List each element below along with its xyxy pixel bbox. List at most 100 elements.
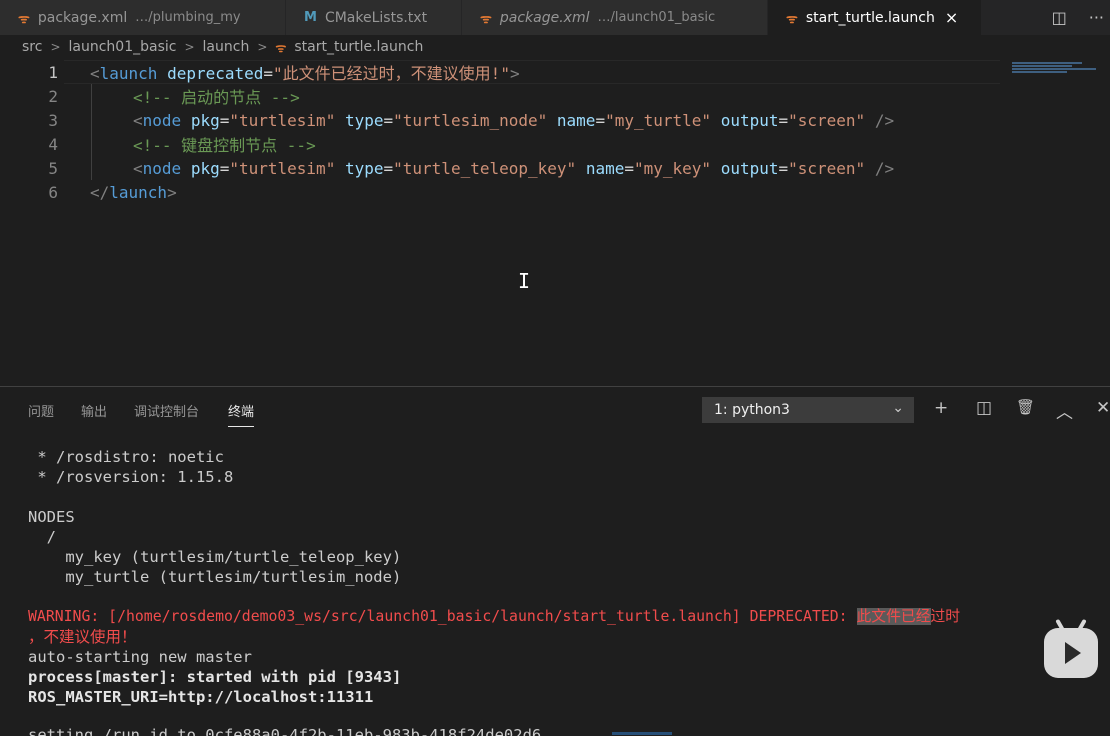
code-line-6[interactable]: 6 </launch> xyxy=(0,180,176,204)
tab-output[interactable]: 输出 xyxy=(81,401,107,420)
terminal-line: auto-starting new master xyxy=(28,648,252,666)
tab-label: package.xml xyxy=(37,9,128,26)
terminal-line: / xyxy=(28,528,56,546)
attr-name: output xyxy=(720,158,779,178)
bracket: /> xyxy=(874,158,895,178)
breadcrumb-item-file[interactable]: start_turtle.launch xyxy=(294,39,423,55)
code-line-1[interactable]: 1 <launch deprecated="此文件已经过时，不建议使用!"> xyxy=(0,60,519,84)
attr-name: type xyxy=(344,110,384,130)
tag-name: node xyxy=(142,110,182,130)
terminal-line: my_turtle (turtlesim/turtlesim_node) xyxy=(28,568,402,586)
terminal-line: * /rosdistro: noetic xyxy=(28,448,224,466)
bracket: /> xyxy=(874,110,895,130)
more-actions-icon[interactable]: ··· xyxy=(1089,8,1104,27)
cmake-icon: M xyxy=(304,10,317,25)
rss-icon: ᯤ xyxy=(18,11,30,27)
bracket: < xyxy=(90,64,100,83)
terminal-warning-line: WARNING: [/home/rosdemo/demo03_ws/src/la… xyxy=(28,607,960,627)
chevron-down-icon: ⌄ xyxy=(892,400,904,416)
attr-name: deprecated xyxy=(167,64,264,83)
chevron-right-icon: > xyxy=(257,40,268,54)
play-icon xyxy=(1065,642,1081,664)
attr-value: "turtlesim" xyxy=(229,110,336,130)
attr-value: "screen" xyxy=(788,158,866,178)
split-terminal-icon[interactable]: ◫ xyxy=(976,398,992,418)
chevron-right-icon: > xyxy=(184,40,195,54)
attr-name: type xyxy=(344,158,384,178)
terminal-line: process[master]: started with pid [9343] xyxy=(28,668,402,686)
bracket: < xyxy=(133,158,143,178)
tag-name: launch xyxy=(109,182,168,202)
tag-name: node xyxy=(142,158,182,178)
bracket: < xyxy=(133,110,143,130)
indent-guide xyxy=(91,84,92,180)
tab-label: CMakeLists.txt xyxy=(324,9,428,26)
breadcrumb-item-src[interactable]: src xyxy=(22,39,42,55)
trash-icon[interactable]: 🗑 xyxy=(1016,398,1035,416)
tab-start-turtle-launch[interactable]: ᯤ start_turtle.launch × xyxy=(768,0,982,35)
line-number: 4 xyxy=(48,134,58,154)
code-editor[interactable]: 1 <launch deprecated="此文件已经过时，不建议使用!"> 2… xyxy=(0,60,1110,386)
tab-problems[interactable]: 问题 xyxy=(28,401,54,420)
tab-terminal[interactable]: 终端 xyxy=(228,401,255,427)
minimap[interactable] xyxy=(1012,62,1096,76)
bracket: </ xyxy=(90,182,110,202)
selection-highlight xyxy=(612,732,672,735)
tab-description: …/plumbing_my xyxy=(135,10,241,25)
tab-label: package.xml xyxy=(499,9,590,26)
warning-text: WARNING: [/home/rosdemo/demo03_ws/src/la… xyxy=(28,608,857,625)
tag-name: launch xyxy=(99,64,158,83)
terminal-line: setting /run_id to 0cfe88a0-4f2b-11eb-98… xyxy=(28,726,542,736)
rss-icon: ᯤ xyxy=(786,11,798,27)
equals: = xyxy=(263,64,274,83)
terminal-select-value: 1: python3 xyxy=(714,402,790,418)
line-number: 2 xyxy=(48,86,58,106)
tab-package-xml-launch01[interactable]: ᯤ package.xml …/launch01_basic xyxy=(462,0,768,35)
maximize-panel-icon[interactable]: ︿ xyxy=(1056,398,1073,423)
split-editor-icon[interactable]: ◫ xyxy=(1052,8,1067,27)
chevron-right-icon: > xyxy=(50,40,61,54)
attr-value: "turtlesim_node" xyxy=(393,110,548,130)
attr-name: output xyxy=(720,110,779,130)
terminal-line: ROS_MASTER_URI=http://localhost:11311 xyxy=(28,688,374,706)
close-panel-icon[interactable]: ✕ xyxy=(1096,398,1110,418)
terminal-line: NODES xyxy=(28,508,75,526)
line-number: 1 xyxy=(48,62,58,82)
code-line-4[interactable]: 4 <!-- 键盘控制节点 --> xyxy=(0,132,315,156)
attr-name: name xyxy=(556,110,596,130)
attr-value: "my_turtle" xyxy=(605,110,712,130)
tab-cmakelists[interactable]: M CMakeLists.txt xyxy=(286,0,462,35)
code-line-5[interactable]: 5 <node pkg="turtlesim" type="turtle_tel… xyxy=(0,156,894,180)
attr-value: "此文件已经过时，不建议使用!" xyxy=(273,64,510,83)
selected-text: 此文件已经 xyxy=(856,608,931,625)
attr-value: "turtlesim" xyxy=(229,158,336,178)
attr-value: "screen" xyxy=(788,110,866,130)
breadcrumb-item-launch[interactable]: launch xyxy=(203,39,250,55)
breadcrumb-item-launch01-basic[interactable]: launch01_basic xyxy=(69,39,177,55)
tab-package-xml-plumbing[interactable]: ᯤ package.xml …/plumbing_my xyxy=(0,0,286,35)
terminal-warning-line: ，不建议使用！ xyxy=(28,628,137,646)
tab-label: start_turtle.launch xyxy=(805,9,935,26)
attr-value: "my_key" xyxy=(633,158,712,178)
attr-value: "turtle_teleop_key" xyxy=(393,158,577,178)
line-number: 3 xyxy=(48,110,58,130)
rss-icon: ᯤ xyxy=(275,40,287,55)
terminal-select[interactable]: 1: python3 ⌄ xyxy=(702,397,914,423)
tab-debug-console[interactable]: 调试控制台 xyxy=(134,401,199,420)
editor-tab-bar: ᯤ package.xml …/plumbing_my M CMakeLists… xyxy=(0,0,1110,35)
bracket: > xyxy=(167,182,177,202)
line-number: 5 xyxy=(48,158,58,178)
tab-description: …/launch01_basic xyxy=(597,10,716,25)
code-line-2[interactable]: 2 <!-- 启动的节点 --> xyxy=(0,84,299,108)
comment: <!-- 键盘控制节点 --> xyxy=(133,136,316,155)
terminal-line: * /rosversion: 1.15.8 xyxy=(28,468,234,486)
terminal-line: my_key (turtlesim/turtle_teleop_key) xyxy=(28,548,402,566)
add-terminal-icon[interactable]: + xyxy=(934,398,948,418)
code-line-3[interactable]: 3 <node pkg="turtlesim" type="turtlesim_… xyxy=(0,108,894,132)
rss-icon: ᯤ xyxy=(480,11,492,27)
terminal-output[interactable]: * /rosdistro: noetic * /rosversion: 1.15… xyxy=(0,431,1110,736)
video-play-button[interactable] xyxy=(1044,618,1098,678)
close-icon[interactable]: × xyxy=(945,8,958,27)
text-cursor-icon: I xyxy=(518,269,531,293)
line-number: 6 xyxy=(48,182,58,202)
